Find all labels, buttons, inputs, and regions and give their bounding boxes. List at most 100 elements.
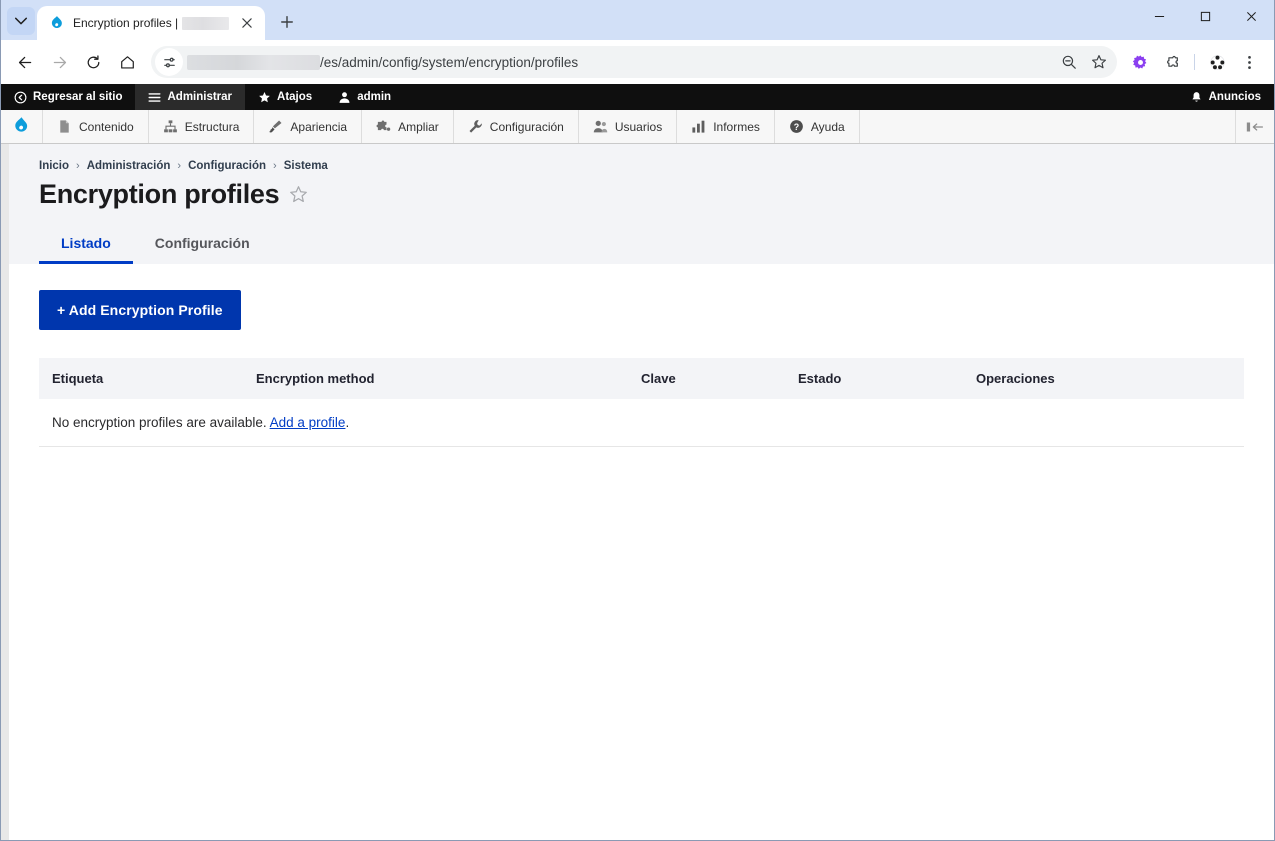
bell-icon [1192,91,1201,102]
column-header-encryption-method: Encryption method [244,358,629,399]
toolbar-item-label: Atajos [277,91,313,103]
toolbar-orientation-toggle[interactable] [1235,110,1274,143]
empty-message-period: . [345,415,350,430]
file-icon [60,120,69,133]
tab-close-button[interactable] [237,13,257,33]
admin-menu-label: Ampliar [398,119,439,134]
admin-menu-label: Apariencia [290,119,348,134]
gear-extension-button[interactable] [1125,47,1155,77]
home-icon [120,55,134,69]
new-tab-button[interactable] [273,8,301,36]
address-bar[interactable]: /es/admin/config/system/encryption/profi… [151,46,1117,78]
bookmark-button[interactable] [1085,48,1113,76]
question-circle-icon: ? [790,120,803,133]
tab-configuracion[interactable]: Configuración [133,226,272,264]
toolbar-item-shortcuts[interactable]: Atajos [245,84,325,110]
admin-menu-item-informes[interactable]: Informes [677,110,775,143]
window-minimize-button[interactable] [1136,0,1182,32]
admin-menu-label: Contenido [79,119,134,134]
admin-menu-item-configuracion[interactable]: Configuración [454,110,579,143]
browser-tab-title: Encryption profiles | [73,16,229,30]
users-icon [593,120,608,133]
table-body: No encryption profiles are available. Ad… [39,399,1244,447]
window-controls [1136,0,1274,40]
breadcrumb-separator: › [273,160,277,172]
hamburger-icon [148,92,161,102]
three-dot-menu-icon [1247,55,1251,69]
close-icon [242,18,252,28]
breadcrumb-separator: › [177,160,182,172]
reload-button[interactable] [77,46,109,78]
close-icon [1246,11,1256,21]
tab-search-button[interactable] [7,7,35,35]
page-title-row: Encryption profiles [39,179,1244,210]
wrench-icon [469,120,482,133]
page-body: Inicio › Administración › Configuración … [9,144,1274,840]
add-a-profile-link[interactable]: Add a profile [270,415,346,430]
zoom-indicator-button[interactable] [1055,48,1083,76]
toolbar-item-manage[interactable]: Administrar [135,84,246,110]
toolbar-item-back-to-site[interactable]: Regresar al sitio [1,84,135,110]
window-maximize-button[interactable] [1182,0,1228,32]
column-header-estado: Estado [786,358,964,399]
breadcrumb-item-sistema[interactable]: Sistema [284,160,328,172]
admin-menu-item-usuarios[interactable]: Usuarios [579,110,678,143]
breadcrumb-item-administracion[interactable]: Administración [87,160,171,172]
admin-menu-item-apariencia[interactable]: Apariencia [254,110,363,143]
breadcrumb-item-configuracion[interactable]: Configuración [188,160,266,172]
home-button[interactable] [111,46,143,78]
column-header-operaciones: Operaciones [964,358,1244,399]
page-header: Inicio › Administración › Configuración … [9,144,1274,264]
toolbar-item-user[interactable]: admin [325,84,404,110]
extensions-puzzle-icon [1166,55,1178,67]
forward-arrow-icon [53,56,66,68]
admin-menu-item-estructura[interactable]: Estructura [149,110,255,143]
back-button[interactable] [9,46,41,78]
empty-message-text: No encryption profiles are available. [52,415,270,430]
profile-button[interactable] [1202,47,1232,77]
forward-button[interactable] [43,46,75,78]
browser-window: Encryption profiles | /es/admin/config/s… [0,0,1275,841]
page-scroll-area: Inicio › Administración › Configuración … [1,144,1274,840]
toolbar-item-label: Regresar al sitio [33,91,123,103]
toolbar-orientation-icon [1246,122,1264,131]
drupal-logo-icon[interactable] [1,110,43,143]
table-empty-message: No encryption profiles are available. Ad… [39,399,1244,447]
table-head: Etiqueta Encryption method Clave Estado … [39,358,1244,399]
extensions-button[interactable] [1157,47,1187,77]
site-settings-icon[interactable] [155,48,183,76]
toolbar-separator [1194,54,1195,70]
admin-menu-item-ayuda[interactable]: ? Ayuda [775,110,860,143]
zoom-out-icon [1062,55,1076,69]
address-bar-actions [1055,48,1113,76]
page-tabs: Listado Configuración [9,226,1274,264]
page-left-rail [1,144,9,840]
profile-avatar-icon [1209,54,1225,70]
window-close-button[interactable] [1228,0,1274,32]
admin-menu-item-ampliar[interactable]: Ampliar [362,110,454,143]
admin-menu-item-contenido[interactable]: Contenido [43,110,149,143]
toolbar-item-label: Administrar [167,91,233,103]
column-header-clave: Clave [629,358,786,399]
toolbar-item-announcements[interactable]: Anuncios [1177,84,1274,110]
page-title: Encryption profiles [39,179,280,209]
bookmark-star-icon [1092,55,1106,69]
minimize-icon [1154,15,1164,17]
add-encryption-profile-button[interactable]: + Add Encryption Profile [39,290,241,330]
tab-listado[interactable]: Listado [39,226,133,264]
admin-menu-label: Configuración [489,119,564,134]
back-arrow-icon [18,56,31,68]
encryption-profiles-table: Etiqueta Encryption method Clave Estado … [39,358,1244,447]
svg-text:?: ? [794,122,799,132]
browser-tab-active[interactable]: Encryption profiles | [37,6,265,40]
puzzle-piece-icon [376,120,391,131]
breadcrumb-item-inicio[interactable]: Inicio [39,160,69,172]
favorite-star-button[interactable] [289,185,308,204]
redacted-site-name [182,16,229,30]
admin-menu-label: Estructura [184,119,240,134]
purple-gear-icon [1132,54,1146,69]
browser-menu-button[interactable] [1234,47,1264,77]
column-header-etiqueta: Etiqueta [39,358,244,399]
user-icon [339,91,350,103]
